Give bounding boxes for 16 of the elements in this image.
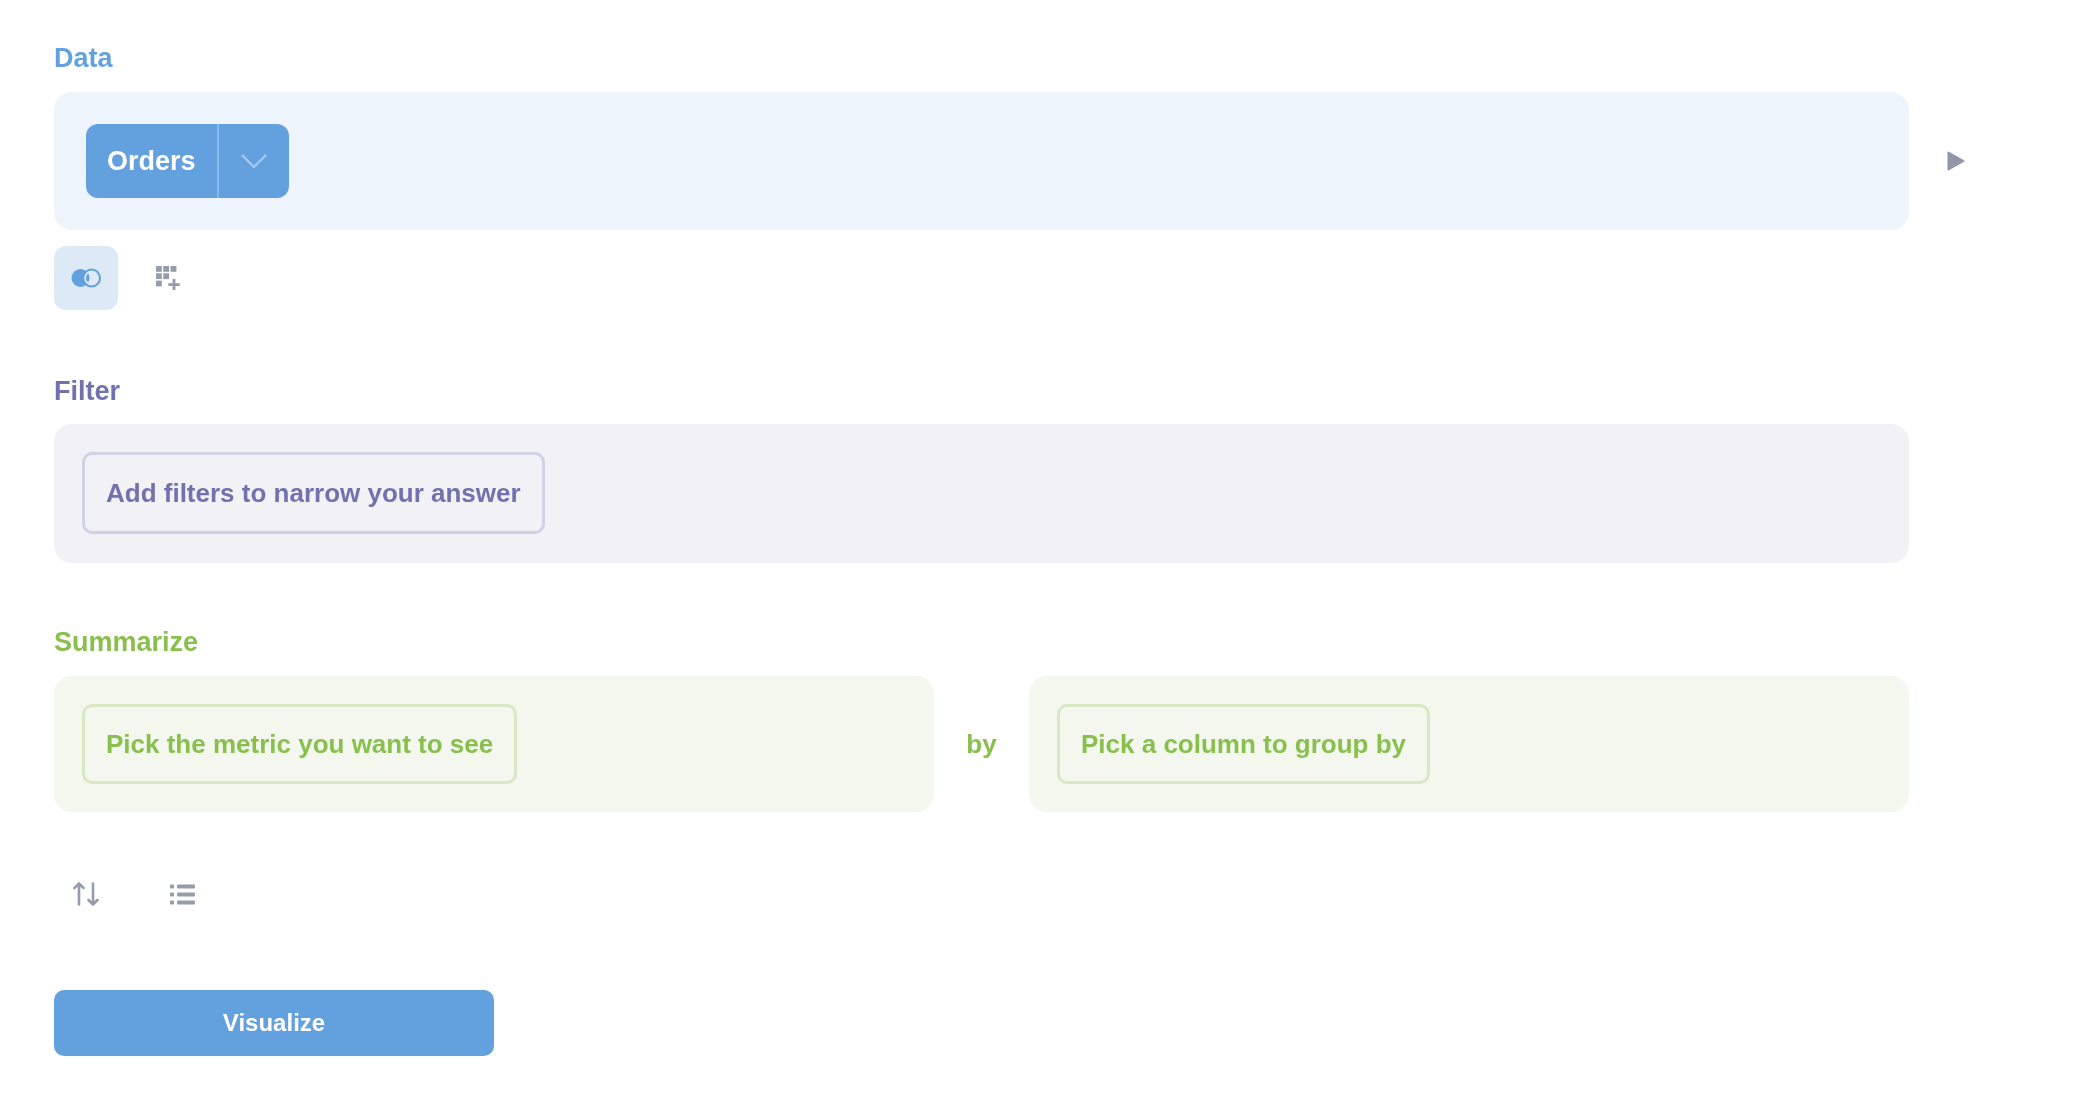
visualize-button[interactable]: Visualize [54,990,494,1056]
pick-group-column-button[interactable]: Pick a column to group by [1057,704,1431,784]
grid-plus-icon[interactable] [156,266,180,290]
sort-icon[interactable] [73,882,99,906]
summarize-heading: Summarize [54,626,199,658]
data-heading: Data [54,42,113,74]
play-icon[interactable] [1947,151,1965,171]
add-filter-button[interactable]: Add filters to narrow your answer [82,452,545,534]
by-label: by [966,728,997,760]
chevron-down-icon [240,153,267,169]
filter-heading: Filter [54,375,120,407]
list-icon[interactable] [169,883,195,905]
overlapping-circles-icon [71,268,101,288]
pick-metric-button[interactable]: Pick the metric you want to see [82,704,518,784]
join-button[interactable] [54,246,118,310]
table-select-button[interactable]: Orders [86,124,289,198]
